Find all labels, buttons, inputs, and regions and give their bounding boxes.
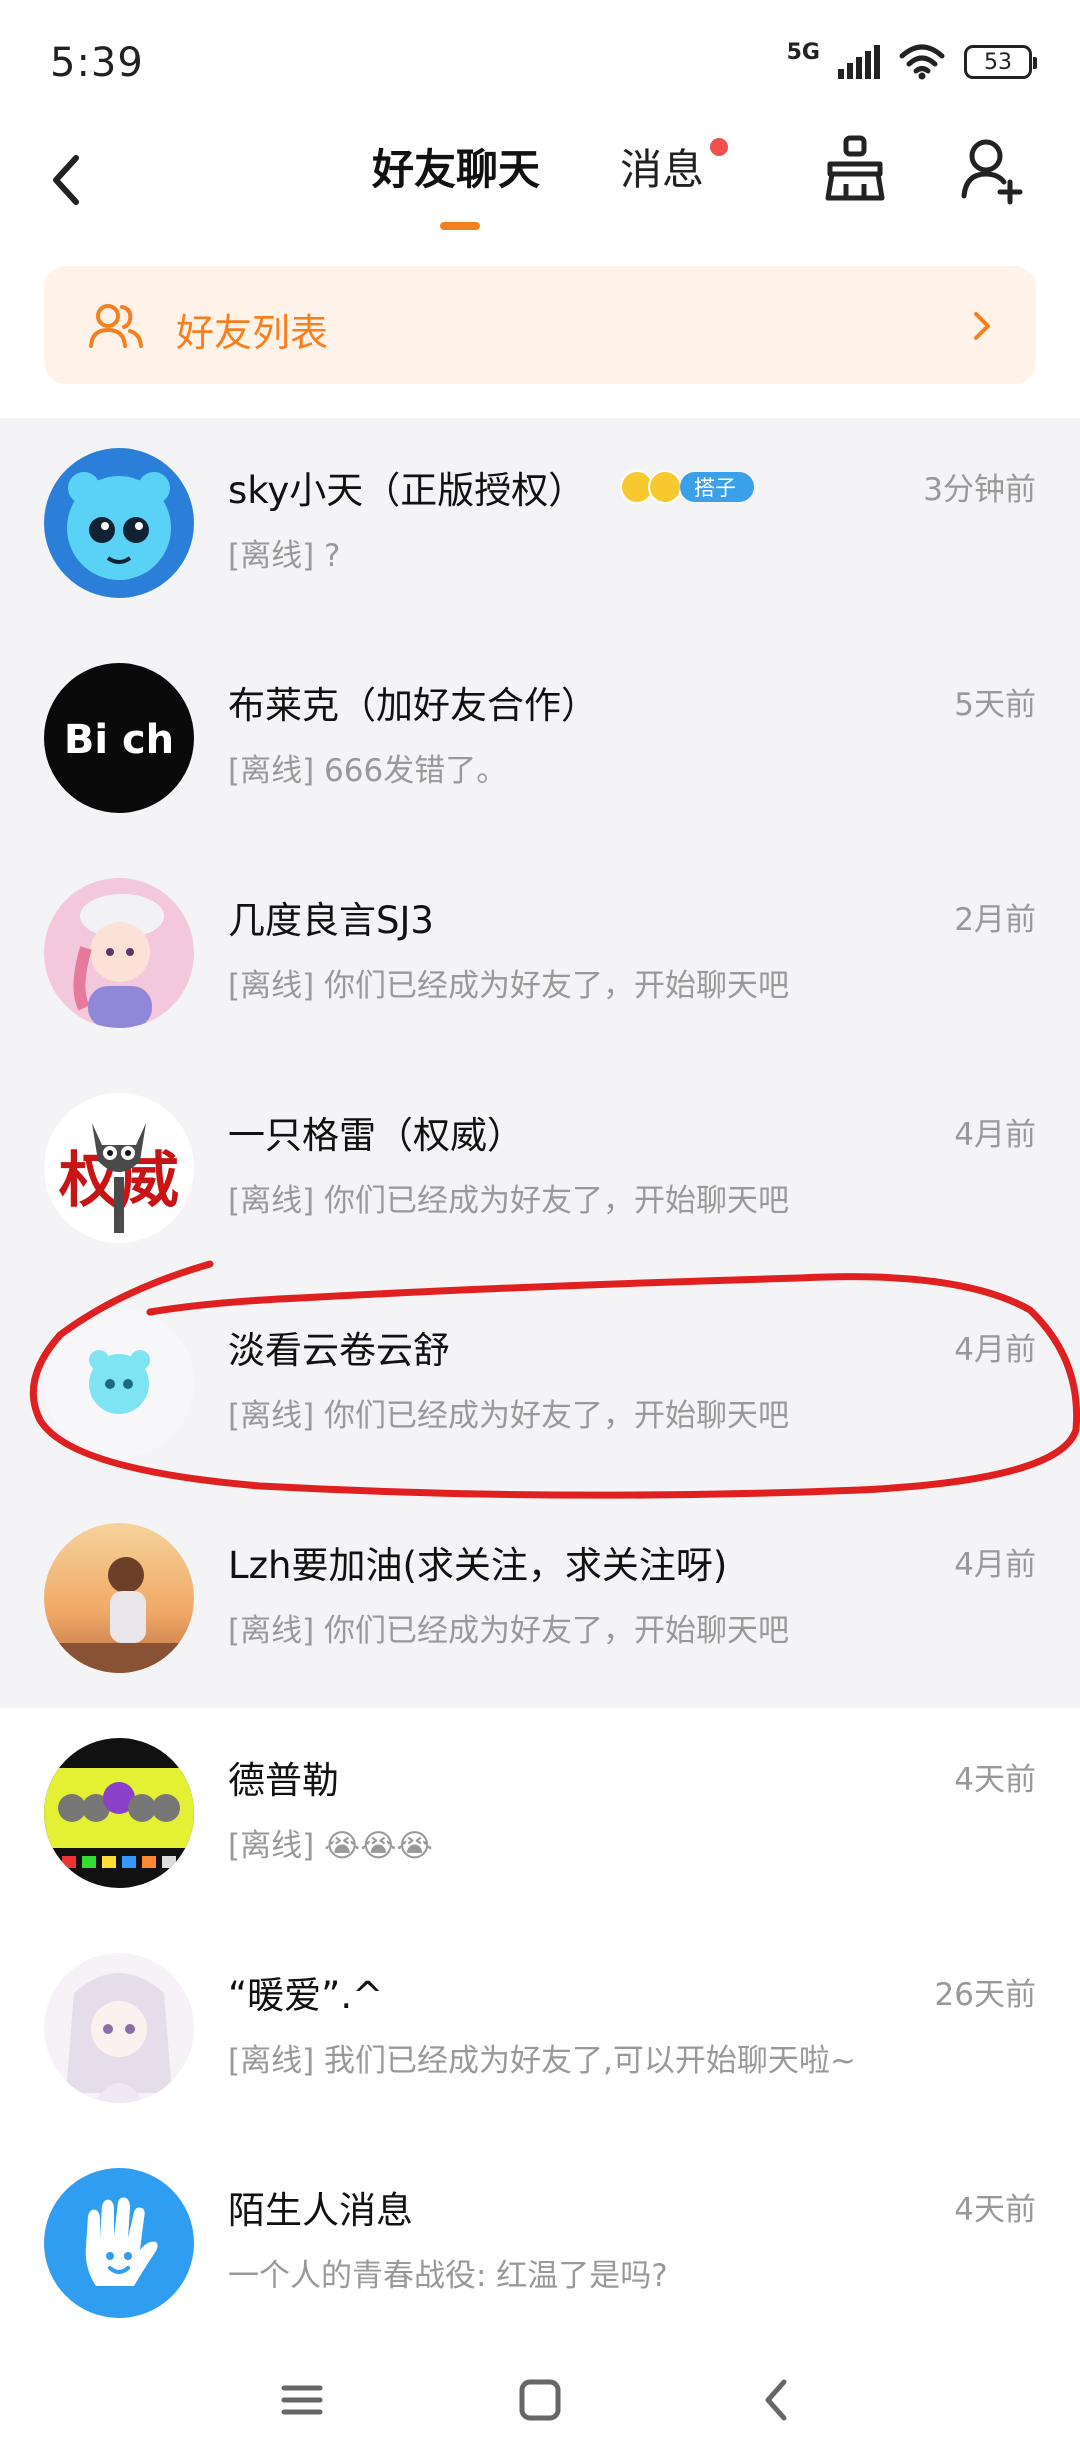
avatar	[44, 2168, 194, 2318]
conversation-row[interactable]: 德普勒 4天前 [离线] 😭😭😭	[0, 1708, 1080, 1923]
avatar	[44, 448, 194, 598]
battery-level: 53	[984, 49, 1012, 75]
tab-messages[interactable]: 消息	[620, 136, 704, 197]
message-time: 4月前	[954, 1547, 1036, 1583]
avatar	[44, 1523, 194, 1673]
dazi-badge: 搭子	[620, 470, 754, 504]
unread-dot	[710, 138, 728, 156]
message-preview: [离线] 你们已经成为好友了，开始聊天吧	[228, 1398, 790, 1434]
badge-label: 搭子	[680, 472, 754, 502]
contact-name: 德普勒	[228, 1759, 339, 1802]
avatar: 权威	[44, 1093, 194, 1243]
home-icon[interactable]	[510, 2370, 570, 2430]
avatar: Bi ch	[44, 663, 194, 813]
menu-icon[interactable]	[272, 2370, 332, 2430]
top-header: 好友聊天 消息	[0, 120, 1080, 240]
message-preview: [离线] 你们已经成为好友了，开始聊天吧	[228, 968, 790, 1004]
message-time: 4月前	[954, 1117, 1036, 1153]
message-preview: [离线] 😭😭😭	[228, 1828, 433, 1864]
conversation-row[interactable]: 陌生人消息 4天前 一个人的青春战役: 红温了是吗?	[0, 2138, 1080, 2353]
message-time: 4月前	[954, 1332, 1036, 1368]
contact-name: 布莱克（加好友合作）	[228, 684, 598, 727]
friend-list-banner[interactable]: 好友列表	[44, 266, 1036, 384]
contact-name: 陌生人消息	[228, 2189, 413, 2232]
friend-list-label: 好友列表	[176, 311, 329, 355]
message-preview: [离线] 666发错了。	[228, 753, 508, 789]
avatar	[44, 1738, 194, 1888]
starry-emoji-icon	[648, 470, 682, 504]
status-time: 5:39	[50, 40, 144, 86]
status-bar: 5:39 5G 53	[0, 0, 1080, 130]
contact-name: Lzh要加油(求关注，求关注呀)	[228, 1544, 728, 1587]
status-icons: 5G 53	[787, 40, 1037, 80]
avatar-text: Bi ch	[64, 717, 174, 763]
contact-name: 几度良言SJ3	[228, 899, 434, 942]
message-time: 2月前	[954, 902, 1036, 938]
message-preview: [离线] ?	[228, 538, 341, 574]
network-type: 5G	[786, 39, 820, 65]
contact-name: 淡看云卷云舒	[228, 1329, 450, 1372]
message-time: 4天前	[954, 2192, 1036, 2228]
message-preview: 一个人的青春战役: 红温了是吗?	[228, 2258, 668, 2294]
chevron-right-icon	[974, 312, 990, 340]
message-time: 26天前	[934, 1977, 1036, 2013]
avatar	[44, 1953, 194, 2103]
conversation-row[interactable]: sky小天（正版授权） 搭子 3分钟前 [离线] ?	[0, 418, 1080, 633]
contact-name: “暖爱”.^	[228, 1974, 384, 2017]
conversation-row[interactable]: 权威 一只格雷（权威） 4月前 [离线] 你们已经成为好友了，开始聊天吧	[0, 1063, 1080, 1278]
waving-hand-icon	[44, 2168, 194, 2318]
tab-friend-chat[interactable]: 好友聊天	[372, 136, 540, 197]
conversation-row[interactable]: 淡看云卷云舒 4月前 [离线] 你们已经成为好友了，开始聊天吧	[0, 1278, 1080, 1493]
conversation-row[interactable]: Bi ch 布莱克（加好友合作） 5天前 [离线] 666发错了。	[0, 633, 1080, 848]
broom-icon[interactable]	[820, 130, 890, 210]
message-time: 4天前	[954, 1762, 1036, 1798]
wifi-icon	[899, 44, 945, 80]
contact-name: sky小天（正版授权）	[228, 469, 586, 512]
contact-name: 一只格雷（权威）	[228, 1114, 524, 1157]
friends-icon	[89, 304, 143, 348]
battery-indicator: 53	[964, 45, 1037, 79]
active-tab-indicator	[440, 222, 480, 230]
avatar	[44, 1308, 194, 1458]
system-nav-bar	[0, 2340, 1080, 2460]
back-icon[interactable]	[40, 138, 100, 218]
message-time: 3分钟前	[923, 472, 1036, 508]
signal-icon	[838, 45, 880, 79]
message-time: 5天前	[954, 687, 1036, 723]
conversation-row[interactable]: Lzh要加油(求关注，求关注呀) 4月前 [离线] 你们已经成为好友了，开始聊天…	[0, 1493, 1080, 1708]
avatar	[44, 878, 194, 1028]
message-preview: [离线] 你们已经成为好友了，开始聊天吧	[228, 1613, 790, 1649]
add-friend-icon[interactable]	[958, 130, 1028, 210]
message-preview: [离线] 你们已经成为好友了，开始聊天吧	[228, 1183, 790, 1219]
nav-back-icon[interactable]	[748, 2370, 808, 2430]
conversation-row[interactable]: “暖爱”.^ 26天前 [离线] 我们已经成为好友了,可以开始聊天啦~	[0, 1923, 1080, 2138]
message-preview: [离线] 我们已经成为好友了,可以开始聊天啦~	[228, 2043, 856, 2079]
conversation-row[interactable]: 几度良言SJ3 2月前 [离线] 你们已经成为好友了，开始聊天吧	[0, 848, 1080, 1063]
